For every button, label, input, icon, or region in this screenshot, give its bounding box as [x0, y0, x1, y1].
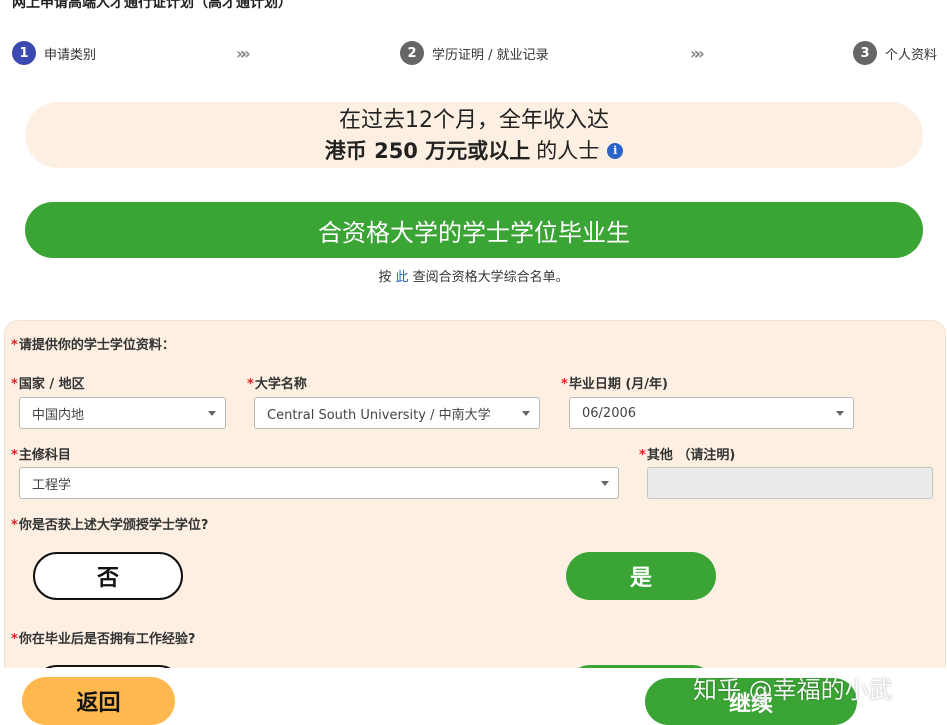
- step-3-label: 个人资料: [885, 47, 938, 63]
- work-question-label: *你在毕业后是否拥有工作经验?: [11, 628, 195, 647]
- note-prefix: 按: [378, 270, 392, 285]
- country-value: 中国内地: [32, 407, 85, 423]
- income-line1: 在过去12个月，全年收入达: [339, 108, 609, 133]
- university-list-link[interactable]: 此: [395, 270, 408, 285]
- grad-date-value: 06/2006: [582, 405, 637, 421]
- university-select[interactable]: Central South University / 中南大学: [254, 397, 540, 429]
- step-3-number: 3: [853, 41, 877, 65]
- country-label: *国家 / 地区: [11, 373, 85, 392]
- note-suffix: 查阅合资格大学综合名单。: [412, 270, 569, 285]
- step-1-label: 申请类别: [44, 47, 97, 63]
- income-amount: 港币 250 万元或以上: [324, 139, 531, 163]
- grad-date-label-text: 毕业日期 (月/年): [568, 377, 668, 392]
- degree-question-label: *你是否获上述大学颁授学士学位?: [11, 514, 208, 533]
- step-3: 3 个人资料: [853, 40, 937, 66]
- other-input[interactable]: [647, 467, 933, 499]
- section-title: *请提供你的学士学位资料：: [11, 334, 175, 353]
- chevron-down-icon: [601, 481, 609, 486]
- back-button[interactable]: 返回: [22, 677, 175, 725]
- major-label: *主修科目: [11, 444, 71, 463]
- required-mark: *: [639, 448, 646, 463]
- other-label: *其他 （请注明): [639, 444, 735, 463]
- chevron-down-icon: [208, 411, 216, 416]
- chevron-right-icon: »»: [690, 44, 704, 63]
- university-label: *大学名称: [247, 373, 307, 392]
- university-list-note: 按 此 查阅合资格大学综合名单。: [0, 266, 947, 285]
- chevron-right-icon: »»: [236, 44, 250, 63]
- income-suffix: 的人士: [536, 139, 600, 163]
- income-line2: 港币 250 万元或以上 的人士 i: [25, 136, 923, 166]
- section-title-text: 请提供你的学士学位资料：: [18, 338, 175, 353]
- country-select[interactable]: 中国内地: [19, 397, 226, 429]
- other-label-text: 其他 （请注明): [646, 448, 736, 463]
- university-value: Central South University / 中南大学: [267, 407, 491, 423]
- required-mark: *: [11, 632, 18, 647]
- required-mark: *: [247, 377, 254, 392]
- required-mark: *: [11, 377, 18, 392]
- grad-date-select[interactable]: 06/2006: [569, 397, 854, 429]
- step-indicator: 1 申请类别 »» 2 学历证明 / 就业记录 »» 3 个人资料: [0, 40, 947, 68]
- step-2-label: 学历证明 / 就业记录: [432, 47, 549, 63]
- degree-no-button[interactable]: 否: [33, 552, 183, 600]
- country-label-text: 国家 / 地区: [18, 377, 85, 392]
- step-1-number: 1: [12, 41, 36, 65]
- required-mark: *: [11, 518, 18, 533]
- degree-yes-button[interactable]: 是: [566, 552, 716, 600]
- step-1: 1 申请类别: [12, 40, 96, 66]
- degree-form-panel: *请提供你的学士学位资料： *国家 / 地区 中国内地 *大学名称 Centra…: [4, 320, 946, 725]
- chevron-down-icon: [836, 411, 844, 416]
- required-mark: *: [11, 448, 18, 463]
- work-question-text: 你在毕业后是否拥有工作经验?: [18, 632, 196, 647]
- step-2: 2 学历证明 / 就业记录: [400, 40, 549, 66]
- major-select[interactable]: 工程学: [19, 467, 619, 499]
- info-icon[interactable]: i: [607, 143, 624, 159]
- income-category-box: 在过去12个月，全年收入达 港币 250 万元或以上 的人士 i: [25, 102, 923, 168]
- university-label-text: 大学名称: [254, 377, 307, 392]
- required-mark: *: [561, 377, 568, 392]
- major-label-text: 主修科目: [18, 448, 71, 463]
- chevron-down-icon: [522, 411, 530, 416]
- major-value: 工程学: [32, 477, 72, 493]
- degree-question-text: 你是否获上述大学颁授学士学位?: [18, 518, 209, 533]
- page-title: 网上申请高端人才通行证计划（高才通计划）: [12, 0, 292, 11]
- grad-date-label: *毕业日期 (月/年): [561, 373, 668, 392]
- bachelor-graduate-button[interactable]: 合资格大学的学士学位毕业生: [25, 202, 923, 258]
- required-mark: *: [11, 338, 18, 353]
- watermark: 知乎 @幸福的小武: [693, 676, 893, 704]
- step-2-number: 2: [400, 41, 424, 65]
